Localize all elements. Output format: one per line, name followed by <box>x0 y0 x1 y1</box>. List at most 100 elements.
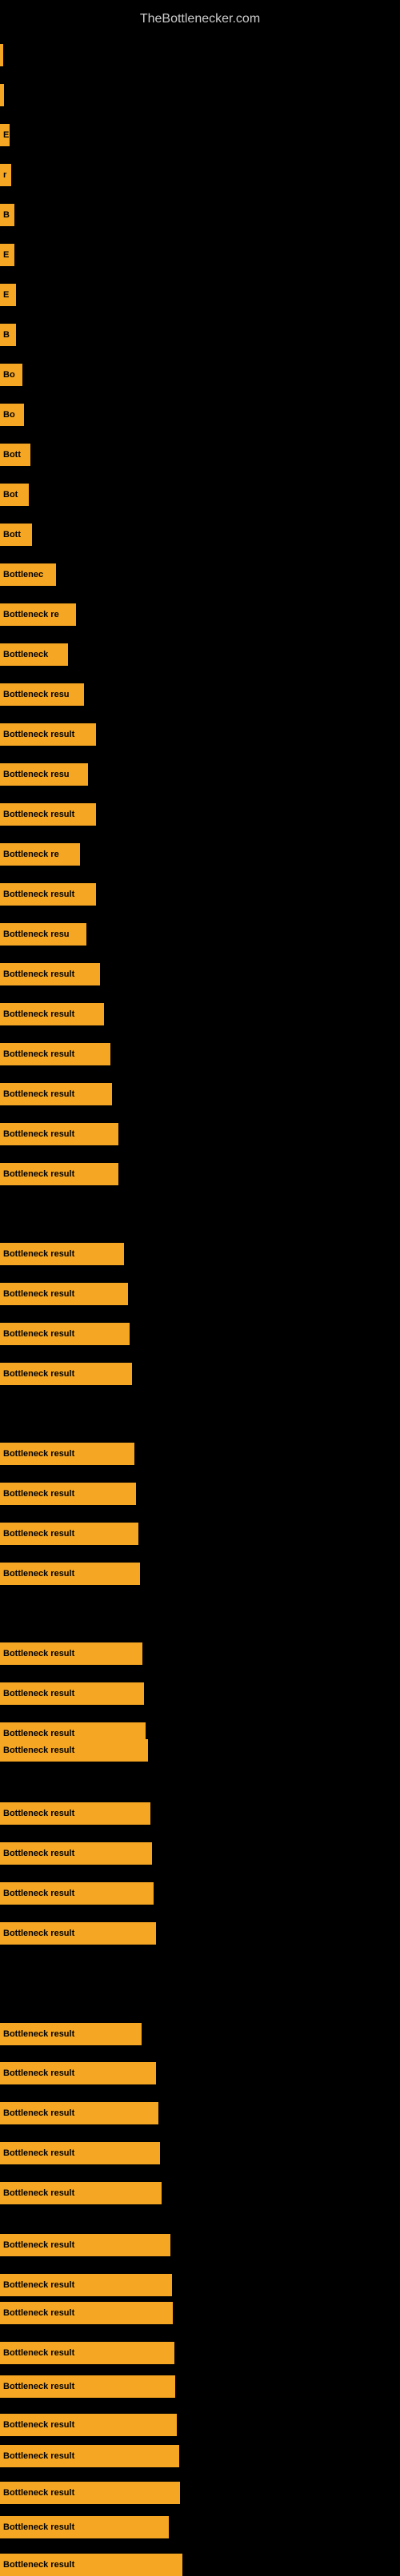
bar-fill: Bottleneck result <box>0 2142 160 2164</box>
bar-fill <box>0 44 3 66</box>
bar-label: Bottleneck result <box>3 1089 74 1099</box>
bar-label: Bottleneck result <box>3 2560 74 2570</box>
bar-fill: Bo <box>0 404 24 426</box>
bar-fill: Bottleneck result <box>0 2414 177 2436</box>
bar-label: Bottleneck result <box>3 810 74 819</box>
bar-item: Bot <box>0 484 29 506</box>
bar-fill <box>0 84 4 106</box>
bar-fill: Bottleneck result <box>0 1563 140 1585</box>
bar-item: Bottleneck re <box>0 843 80 866</box>
bar-fill: Bottleneck result <box>0 1363 132 1385</box>
bar-fill: Bot <box>0 484 29 506</box>
bar-fill: Bottleneck result <box>0 2023 142 2045</box>
bar-fill: E <box>0 244 14 266</box>
bar-fill: Bottleneck result <box>0 2062 156 2084</box>
bar-item: B <box>0 324 16 346</box>
bar-item: Bottleneck result <box>0 723 96 746</box>
bar-fill: B <box>0 324 16 346</box>
bar-item: Bottleneck result <box>0 2274 172 2296</box>
bar-label: Bottleneck result <box>3 1329 74 1339</box>
bar-label: Bottleneck result <box>3 2382 74 2391</box>
bar-fill: Bottleneck result <box>0 963 100 985</box>
bar-label: Bottleneck result <box>3 1809 74 1818</box>
bar-label: Bottleneck result <box>3 2188 74 2198</box>
bar-label: Bottleneck re <box>3 850 59 859</box>
bar-fill: Bottleneck result <box>0 1283 128 1305</box>
bar-fill: Bottleneck result <box>0 2445 179 2467</box>
bar-fill: Bottleneck result <box>0 803 96 826</box>
bar-fill: Bottleneck result <box>0 1483 136 1505</box>
bar-item: Bottleneck result <box>0 2554 182 2576</box>
bar-fill: Bottleneck result <box>0 2516 169 2538</box>
bar-label: Bottleneck result <box>3 730 74 739</box>
bar-label: Bottleneck result <box>3 2029 74 2039</box>
bar-label: Bottleneck result <box>3 890 74 899</box>
bar-label: Bottlenec <box>3 570 43 579</box>
bar-label: Bottleneck result <box>3 1249 74 1259</box>
bar-label: Bottleneck result <box>3 1729 74 1738</box>
bar-label: B <box>3 330 10 340</box>
bar-label: Bottleneck result <box>3 2148 74 2158</box>
bar-fill: Bottleneck resu <box>0 763 88 786</box>
bar-label: Bottleneck result <box>3 2308 74 2318</box>
bar-fill: Bo <box>0 364 22 386</box>
bar-label: E <box>3 290 9 300</box>
bar-fill: Bottleneck result <box>0 1642 142 1665</box>
bar-label: r <box>3 170 6 180</box>
bar-item: Bottleneck result <box>0 1323 130 1345</box>
bar-item: Bottleneck result <box>0 1163 118 1185</box>
bar-item: Bottleneck result <box>0 803 96 826</box>
bar-label: Bottleneck result <box>3 2451 74 2461</box>
bar-item: Bottleneck result <box>0 963 100 985</box>
bar-fill: B <box>0 204 14 226</box>
bar-fill: E <box>0 284 16 306</box>
bar-fill: Bottleneck resu <box>0 923 86 946</box>
bar-fill: Bottleneck result <box>0 2182 162 2204</box>
bar-fill: Bottleneck result <box>0 1003 104 1025</box>
bar-item: Bottleneck result <box>0 2234 170 2256</box>
bar-fill: Bottleneck result <box>0 1842 152 1865</box>
bar-fill: Bottleneck result <box>0 1882 154 1905</box>
bar-item: Bottleneck result <box>0 2375 175 2398</box>
bar-fill: Bottleneck result <box>0 1323 130 1345</box>
bar-label: Bottleneck result <box>3 2488 74 2498</box>
bar-item: Bottleneck result <box>0 2516 169 2538</box>
bar-fill: Bottleneck result <box>0 1802 150 1825</box>
bar-item: Bottleneck result <box>0 2482 180 2504</box>
bar-label: Bottleneck result <box>3 2522 74 2532</box>
bar-item: Bottleneck result <box>0 1043 110 1065</box>
bar-label: Bottleneck resu <box>3 930 70 939</box>
bar-label: Bott <box>3 450 21 460</box>
bar-label: Bottleneck result <box>3 2240 74 2250</box>
bar-item: Bottleneck result <box>0 2142 160 2164</box>
bar-item: B <box>0 204 14 226</box>
site-title: TheBottlenecker.com <box>0 4 400 30</box>
bar-label: Bottleneck resu <box>3 770 70 779</box>
bar-fill: Bottleneck result <box>0 1083 112 1105</box>
bar-label: Bottleneck result <box>3 2420 74 2430</box>
bar-item: Bottleneck result <box>0 2023 142 2045</box>
bar-fill: Bottleneck re <box>0 603 76 626</box>
bar-label: Bott <box>3 530 21 539</box>
bar-label: B <box>3 210 10 220</box>
bar-fill: Bott <box>0 524 32 546</box>
bar-label: Bottleneck result <box>3 1169 74 1179</box>
bar-item: Bottleneck result <box>0 1003 104 1025</box>
bar-fill: Bottleneck result <box>0 723 96 746</box>
bar-item: Bottleneck result <box>0 883 96 906</box>
bar-item: E <box>0 244 14 266</box>
bar-item: Bottleneck result <box>0 2342 174 2364</box>
bar-item: Bottleneck result <box>0 2445 179 2467</box>
bar-item: Bottleneck result <box>0 1483 136 1505</box>
bar-item: Bottleneck result <box>0 1363 132 1385</box>
bar-fill: Bottleneck result <box>0 1243 124 1265</box>
bar-label: Bottleneck result <box>3 1529 74 1539</box>
bar-label: Bottleneck result <box>3 1689 74 1698</box>
bar-item: Bottleneck result <box>0 2102 158 2124</box>
bar-label: Bottleneck result <box>3 1489 74 1499</box>
bar-item: Bottleneck result <box>0 1123 118 1145</box>
bar-fill: r <box>0 164 11 186</box>
bar-label: Bottleneck result <box>3 969 74 979</box>
bar-fill: Bottleneck result <box>0 1922 156 1945</box>
bar-item: Bottleneck resu <box>0 683 84 706</box>
